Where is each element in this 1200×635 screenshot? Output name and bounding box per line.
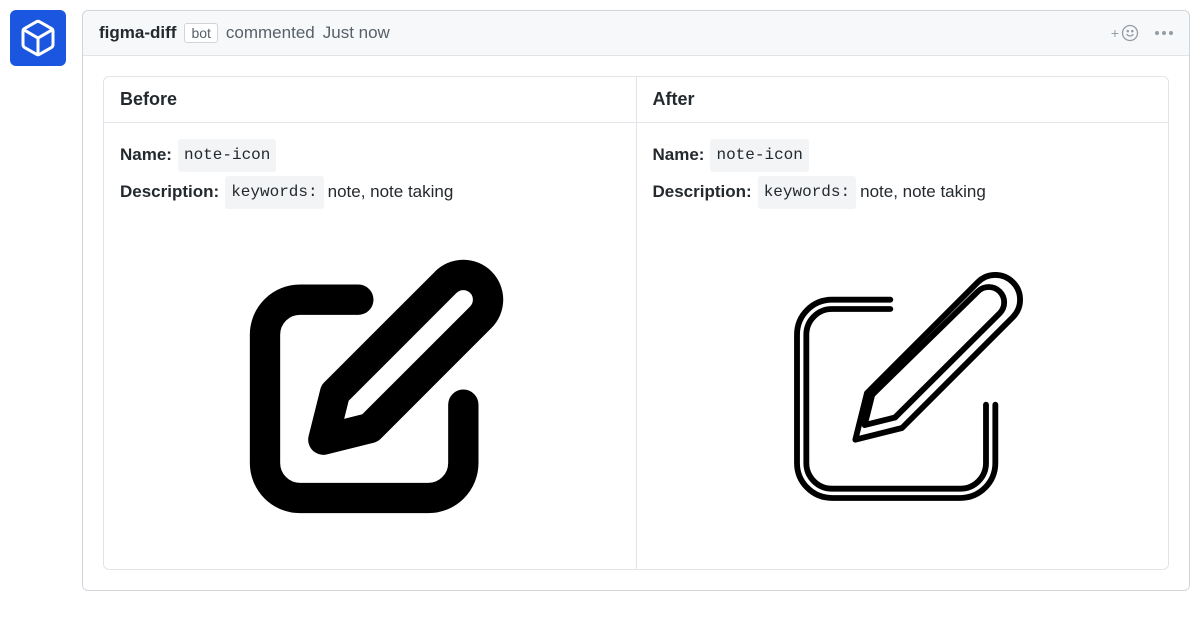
diff-col-before: Before Name: note-icon Description: keyw… bbox=[104, 77, 637, 569]
name-row: Name: note-icon bbox=[120, 139, 620, 172]
plus-icon: + bbox=[1111, 25, 1119, 41]
name-label: Name: bbox=[653, 140, 705, 171]
smiley-icon bbox=[1121, 24, 1139, 42]
icon-preview-before bbox=[120, 213, 620, 553]
name-value: note-icon bbox=[710, 139, 808, 172]
comment-header-left: figma-diff bot commented Just now bbox=[99, 23, 390, 43]
comment-timestamp: Just now bbox=[323, 23, 390, 43]
comment-author[interactable]: figma-diff bbox=[99, 23, 176, 43]
name-row: Name: note-icon bbox=[653, 139, 1153, 172]
icon-preview-after bbox=[653, 213, 1153, 553]
comment-action: commented bbox=[226, 23, 315, 43]
description-key: keywords: bbox=[225, 176, 323, 209]
avatar[interactable] bbox=[10, 10, 66, 66]
description-key: keywords: bbox=[758, 176, 856, 209]
diff-table: Before Name: note-icon Description: keyw… bbox=[103, 76, 1169, 570]
name-value: note-icon bbox=[178, 139, 276, 172]
description-label: Description: bbox=[120, 177, 219, 208]
note-icon bbox=[230, 253, 510, 533]
col-header-after: After bbox=[637, 77, 1169, 123]
description-value: note, note taking bbox=[860, 177, 986, 208]
col-body-before: Name: note-icon Description: keywords: n… bbox=[104, 123, 636, 569]
comment-container: figma-diff bot commented Just now + bbox=[10, 10, 1190, 591]
more-actions-button[interactable] bbox=[1155, 31, 1173, 35]
name-label: Name: bbox=[120, 140, 172, 171]
col-body-after: Name: note-icon Description: keywords: n… bbox=[637, 123, 1169, 569]
bot-badge: bot bbox=[184, 23, 217, 43]
diff-col-after: After Name: note-icon Description: keywo… bbox=[637, 77, 1169, 569]
description-row: Description: keywords: note, note taking bbox=[653, 176, 1153, 209]
comment-body: Before Name: note-icon Description: keyw… bbox=[83, 56, 1189, 590]
col-header-before: Before bbox=[104, 77, 636, 123]
comment-header-right: + bbox=[1111, 24, 1173, 42]
description-label: Description: bbox=[653, 177, 752, 208]
add-reaction-button[interactable]: + bbox=[1111, 24, 1139, 42]
comment-header: figma-diff bot commented Just now + bbox=[83, 11, 1189, 56]
description-value: note, note taking bbox=[328, 177, 454, 208]
package-icon bbox=[18, 18, 58, 58]
description-row: Description: keywords: note, note taking bbox=[120, 176, 620, 209]
comment-box: figma-diff bot commented Just now + bbox=[82, 10, 1190, 591]
note-icon bbox=[762, 253, 1042, 533]
